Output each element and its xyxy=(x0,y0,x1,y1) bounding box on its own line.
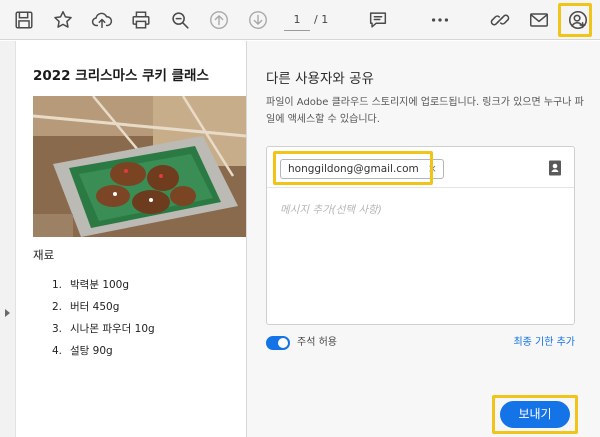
share-link-icon[interactable] xyxy=(488,8,512,32)
list-item: 3. 시나몬 파우더 10g xyxy=(52,323,155,335)
print-icon[interactable] xyxy=(129,8,153,32)
save-icon[interactable] xyxy=(12,8,36,32)
page-down-icon[interactable] xyxy=(246,8,270,32)
email-icon[interactable] xyxy=(527,8,551,32)
toggle-knob xyxy=(278,338,288,348)
page-up-icon[interactable] xyxy=(207,8,231,32)
message-field[interactable]: 메시지 추가(선택 사항) xyxy=(280,202,382,217)
send-button-highlight xyxy=(492,395,578,434)
more-icon[interactable] xyxy=(428,8,452,32)
page-total: / 1 xyxy=(314,13,329,26)
recipient-highlight xyxy=(273,151,433,185)
cookie-photo xyxy=(33,96,246,237)
list-item: 1. 박력분 100g xyxy=(52,279,130,291)
upload-cloud-icon[interactable] xyxy=(90,8,114,32)
allow-comments-label: 주석 허용 xyxy=(297,337,337,348)
share-description: 파일이 Adobe 클라우드 스토리지에 업로드됩니다. 링크가 있으면 누구나… xyxy=(266,97,584,125)
zoom-search-icon[interactable] xyxy=(168,8,192,32)
bookmark-star-icon[interactable] xyxy=(51,8,75,32)
share-button-highlight xyxy=(558,3,592,37)
document-title: 2022 크리스마스 쿠키 클래스 xyxy=(33,68,209,84)
allow-comments-toggle[interactable] xyxy=(266,336,290,350)
ingredients-list: 1. 박력분 100g 2. 버터 450g 3. 시나몬 파우더 10g 4. 설탕 … xyxy=(52,277,155,365)
list-item: 2. 버터 450g xyxy=(52,301,120,313)
list-item: 4. 설탕 90g xyxy=(52,345,113,357)
add-deadline-link[interactable]: 최종 기한 추가 xyxy=(513,336,575,350)
page-number-input[interactable]: 1 xyxy=(284,9,310,31)
side-panel-toggle[interactable] xyxy=(0,41,16,437)
main-toolbar: 1 / 1 xyxy=(0,0,600,40)
section-heading: 재료 xyxy=(33,248,55,262)
comment-icon[interactable] xyxy=(366,8,390,32)
address-book-icon[interactable] xyxy=(548,160,562,176)
expand-arrow-icon[interactable] xyxy=(5,309,10,317)
share-panel-title: 다른 사용자와 공유 xyxy=(266,71,374,87)
